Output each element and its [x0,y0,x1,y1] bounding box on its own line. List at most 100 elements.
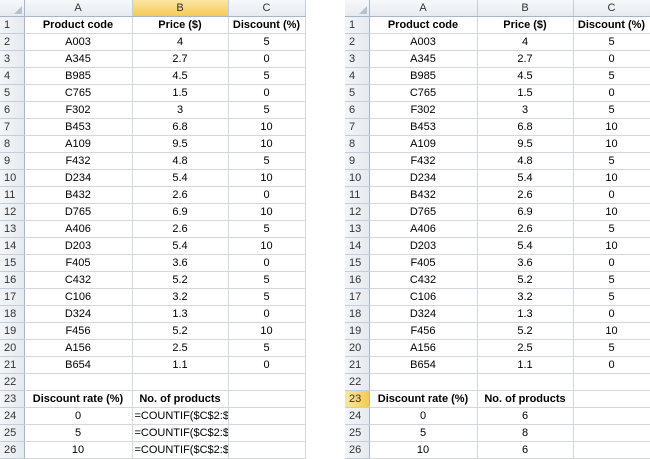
discount-cell[interactable]: 5 [228,67,306,85]
select-all-corner[interactable] [345,0,370,17]
discount-cell[interactable]: 10 [573,237,650,255]
price-cell[interactable]: 3.2 [477,288,574,306]
product-code-cell[interactable]: B654 [369,356,478,374]
price-cell[interactable]: 1.1 [132,356,229,374]
discount-cell[interactable]: 10 [573,118,650,136]
price-cell[interactable]: 2.5 [132,339,229,357]
count-result-cell[interactable]: 8 [477,424,574,442]
discount-cell[interactable]: 0 [573,50,650,68]
product-code-cell[interactable]: B453 [369,118,478,136]
discount-cell[interactable]: 10 [228,203,306,221]
row-header[interactable]: 10 [345,169,370,187]
row-header[interactable]: 8 [0,135,25,153]
select-all-corner[interactable] [0,0,25,17]
row-header[interactable]: 4 [0,67,25,85]
product-code-cell[interactable]: C765 [24,84,133,102]
price-cell[interactable]: 6.8 [477,118,574,136]
product-code-cell[interactable]: F302 [369,101,478,119]
price-cell[interactable]: 5.4 [477,169,574,187]
price-cell[interactable]: 3 [132,101,229,119]
product-code-cell[interactable]: F405 [369,254,478,272]
discount-rate-cell[interactable]: 10 [24,441,133,459]
row-header[interactable]: 9 [345,152,370,170]
summary-header-discount-rate[interactable]: Discount rate (%) [369,390,478,408]
discount-cell[interactable]: 0 [573,305,650,323]
empty-cell[interactable] [228,390,306,408]
product-code-cell[interactable]: F302 [24,101,133,119]
row-header[interactable]: 7 [0,118,25,136]
product-code-cell[interactable]: A345 [24,50,133,68]
discount-cell[interactable]: 5 [573,101,650,119]
row-header[interactable]: 2 [345,33,370,51]
summary-header-no-of-products[interactable]: No. of products [477,390,574,408]
price-cell[interactable]: 2.6 [132,186,229,204]
price-cell[interactable]: 5.2 [132,322,229,340]
discount-cell[interactable]: 10 [573,169,650,187]
empty-cell[interactable] [228,373,306,391]
empty-cell[interactable] [24,373,133,391]
summary-header-no-of-products[interactable]: No. of products [132,390,229,408]
row-header[interactable]: 20 [345,339,370,357]
price-cell[interactable]: 5.2 [477,322,574,340]
countif-formula-cell[interactable]: =COUNTIF($C$2:$C$21,5) [132,424,229,442]
product-code-cell[interactable]: D234 [24,169,133,187]
product-code-cell[interactable]: A156 [369,339,478,357]
row-header[interactable]: 17 [345,288,370,306]
product-code-cell[interactable]: C432 [24,271,133,289]
discount-cell[interactable]: 5 [573,288,650,306]
price-cell[interactable]: 4.8 [132,152,229,170]
discount-cell[interactable]: 10 [573,135,650,153]
row-header[interactable]: 24 [0,407,25,425]
product-code-cell[interactable]: C765 [369,84,478,102]
product-code-cell[interactable]: D324 [24,305,133,323]
price-cell[interactable]: 6.8 [132,118,229,136]
discount-cell[interactable]: 0 [573,84,650,102]
row-header[interactable]: 18 [0,305,25,323]
row-header[interactable]: 13 [0,220,25,238]
price-cell[interactable]: 5.2 [477,271,574,289]
row-header[interactable]: 22 [345,373,370,391]
row-header[interactable]: 25 [345,424,370,442]
discount-cell[interactable]: 5 [573,220,650,238]
product-code-cell[interactable]: D203 [369,237,478,255]
price-cell[interactable]: 4.5 [132,67,229,85]
row-header[interactable]: 15 [345,254,370,272]
discount-cell[interactable]: 0 [228,305,306,323]
discount-rate-cell[interactable]: 0 [369,407,478,425]
discount-rate-cell[interactable]: 5 [24,424,133,442]
price-cell[interactable]: 1.3 [477,305,574,323]
row-header[interactable]: 12 [345,203,370,221]
row-header[interactable]: 16 [0,271,25,289]
product-code-cell[interactable]: B985 [24,67,133,85]
price-cell[interactable]: 6.9 [132,203,229,221]
row-header[interactable]: 6 [345,101,370,119]
product-code-cell[interactable]: F456 [24,322,133,340]
discount-cell[interactable]: 0 [228,84,306,102]
product-code-cell[interactable]: A156 [24,339,133,357]
discount-cell[interactable]: 0 [573,186,650,204]
product-code-cell[interactable]: B432 [24,186,133,204]
product-code-cell[interactable]: A406 [24,220,133,238]
row-header[interactable]: 12 [0,203,25,221]
product-code-cell[interactable]: A109 [24,135,133,153]
price-cell[interactable]: 2.5 [477,339,574,357]
row-header[interactable]: 21 [345,356,370,374]
price-cell[interactable]: 5.4 [477,237,574,255]
product-code-cell[interactable]: C432 [369,271,478,289]
countif-formula-cell[interactable]: =COUNTIF($C$2:$C$21,10) [132,441,229,459]
price-cell[interactable]: 5.2 [132,271,229,289]
empty-cell[interactable] [228,424,306,442]
discount-cell[interactable]: 0 [573,254,650,272]
price-cell[interactable]: 3.2 [132,288,229,306]
price-cell[interactable]: 2.7 [477,50,574,68]
price-cell[interactable]: 9.5 [132,135,229,153]
discount-cell[interactable]: 5 [228,339,306,357]
empty-cell[interactable] [228,407,306,425]
discount-cell[interactable]: 5 [228,220,306,238]
price-cell[interactable]: 2.6 [132,220,229,238]
discount-cell[interactable]: 5 [228,271,306,289]
row-header[interactable]: 3 [345,50,370,68]
row-header[interactable]: 25 [0,424,25,442]
empty-cell[interactable] [573,407,650,425]
row-header[interactable]: 7 [345,118,370,136]
